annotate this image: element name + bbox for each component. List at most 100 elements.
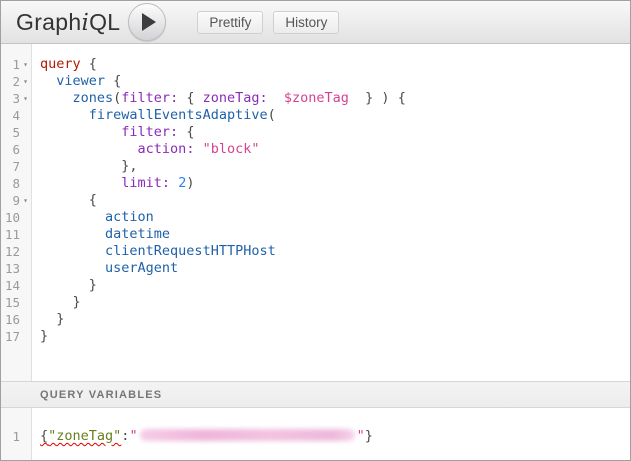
line-number: 16 bbox=[1, 311, 20, 328]
code-token: zoneTag: bbox=[203, 90, 268, 106]
query-code[interactable]: query { viewer { zones(filter: { zoneTag… bbox=[32, 44, 630, 381]
gutter-row: 1 bbox=[1, 428, 31, 445]
code-token: "zoneTag" bbox=[48, 428, 121, 444]
gutter-row: 12 bbox=[1, 243, 31, 260]
code-token: zones bbox=[73, 90, 114, 106]
query-variables-title: QUERY VARIABLES bbox=[40, 389, 162, 401]
line-number: 4 bbox=[1, 107, 20, 124]
code-token: } bbox=[40, 328, 48, 344]
code-token: viewer bbox=[56, 73, 105, 89]
code-line[interactable]: } bbox=[40, 294, 630, 311]
gutter-row: 15 bbox=[1, 294, 31, 311]
line-number: 9 bbox=[1, 192, 20, 209]
gutter-row: 3▾ bbox=[1, 90, 31, 107]
code-token bbox=[40, 260, 105, 276]
logo-text-i: i bbox=[81, 10, 89, 36]
code-token bbox=[268, 90, 284, 106]
query-variables-header[interactable]: QUERY VARIABLES bbox=[1, 381, 630, 408]
prettify-button[interactable]: Prettify bbox=[197, 11, 263, 34]
code-token: userAgent bbox=[105, 260, 178, 276]
code-token bbox=[40, 124, 121, 140]
line-number: 8 bbox=[1, 175, 20, 192]
variables-editor[interactable]: 1 {"zoneTag":""} bbox=[1, 408, 630, 460]
graphiql-window: GraphiQL Prettify History 1▾2▾3▾456789▾1… bbox=[0, 0, 631, 461]
code-line[interactable]: firewallEventsAdaptive( bbox=[40, 107, 630, 124]
gutter-row: 5 bbox=[1, 124, 31, 141]
line-number: 5 bbox=[1, 124, 20, 141]
line-number: 1 bbox=[1, 428, 20, 445]
code-token bbox=[40, 209, 105, 225]
toolbar: GraphiQL Prettify History bbox=[1, 1, 630, 44]
line-number: 15 bbox=[1, 294, 20, 311]
logo-text-ql: QL bbox=[89, 9, 120, 35]
fold-arrow-icon[interactable]: ▾ bbox=[20, 56, 31, 73]
code-line[interactable]: } bbox=[40, 328, 630, 345]
query-editor[interactable]: 1▾2▾3▾456789▾1011121314151617 query { vi… bbox=[1, 44, 630, 381]
code-token: datetime bbox=[105, 226, 170, 242]
code-token bbox=[40, 226, 105, 242]
graphiql-logo: GraphiQL bbox=[16, 9, 120, 36]
code-line[interactable]: } bbox=[40, 311, 630, 328]
code-line[interactable]: {"zoneTag":""} bbox=[40, 428, 630, 445]
variables-gutter: 1 bbox=[1, 408, 32, 460]
code-token: " bbox=[129, 428, 137, 444]
line-number: 2 bbox=[1, 73, 20, 90]
code-token: }, bbox=[40, 158, 138, 174]
code-token: { bbox=[105, 73, 121, 89]
code-line[interactable]: query { bbox=[40, 56, 630, 73]
code-token: $zoneTag bbox=[284, 90, 349, 106]
code-token: } bbox=[40, 294, 81, 310]
code-token: { bbox=[178, 90, 202, 106]
fold-arrow-icon[interactable]: ▾ bbox=[20, 73, 31, 90]
gutter-row: 9▾ bbox=[1, 192, 31, 209]
code-token bbox=[40, 243, 105, 259]
code-token bbox=[40, 73, 56, 89]
logo-text-graph: Graph bbox=[16, 9, 81, 35]
code-token: } bbox=[40, 277, 97, 293]
code-line[interactable]: }, bbox=[40, 158, 630, 175]
line-number: 17 bbox=[1, 328, 20, 345]
code-line[interactable]: } bbox=[40, 277, 630, 294]
code-token: } bbox=[365, 428, 373, 444]
code-token: firewallEventsAdaptive bbox=[89, 107, 268, 123]
gutter-row: 13 bbox=[1, 260, 31, 277]
gutter-row: 14 bbox=[1, 277, 31, 294]
gutter-row: 10 bbox=[1, 209, 31, 226]
code-line[interactable]: viewer { bbox=[40, 73, 630, 90]
redacted-value bbox=[140, 429, 355, 441]
history-button[interactable]: History bbox=[273, 11, 339, 34]
execute-query-button[interactable] bbox=[128, 3, 166, 41]
gutter-row: 6 bbox=[1, 141, 31, 158]
code-line[interactable]: zones(filter: { zoneTag: $zoneTag } ) { bbox=[40, 90, 630, 107]
code-line[interactable]: { bbox=[40, 192, 630, 209]
code-line[interactable]: clientRequestHTTPHost bbox=[40, 243, 630, 260]
code-token: action bbox=[105, 209, 154, 225]
line-number: 12 bbox=[1, 243, 20, 260]
code-token bbox=[40, 107, 89, 123]
gutter-row: 11 bbox=[1, 226, 31, 243]
code-token bbox=[170, 175, 178, 191]
gutter-row: 8 bbox=[1, 175, 31, 192]
fold-arrow-icon[interactable]: ▾ bbox=[20, 90, 31, 107]
code-line[interactable]: action bbox=[40, 209, 630, 226]
fold-arrow-icon[interactable]: ▾ bbox=[20, 192, 31, 209]
code-line[interactable]: filter: { bbox=[40, 124, 630, 141]
code-token bbox=[40, 90, 73, 106]
gutter-row: 4 bbox=[1, 107, 31, 124]
code-token bbox=[40, 141, 138, 157]
variables-code[interactable]: {"zoneTag":""} bbox=[32, 408, 630, 460]
gutter-row: 1▾ bbox=[1, 56, 31, 73]
code-token: { bbox=[40, 192, 97, 208]
query-gutter: 1▾2▾3▾456789▾1011121314151617 bbox=[1, 44, 32, 381]
line-number: 11 bbox=[1, 226, 20, 243]
code-line[interactable]: datetime bbox=[40, 226, 630, 243]
line-number: 10 bbox=[1, 209, 20, 226]
code-token: filter: bbox=[121, 124, 178, 140]
code-line[interactable]: action: "block" bbox=[40, 141, 630, 158]
gutter-row: 16 bbox=[1, 311, 31, 328]
code-line[interactable]: userAgent bbox=[40, 260, 630, 277]
gutter-row: 2▾ bbox=[1, 73, 31, 90]
code-token: { bbox=[81, 56, 97, 72]
code-line[interactable]: limit: 2) bbox=[40, 175, 630, 192]
code-token bbox=[40, 175, 121, 191]
